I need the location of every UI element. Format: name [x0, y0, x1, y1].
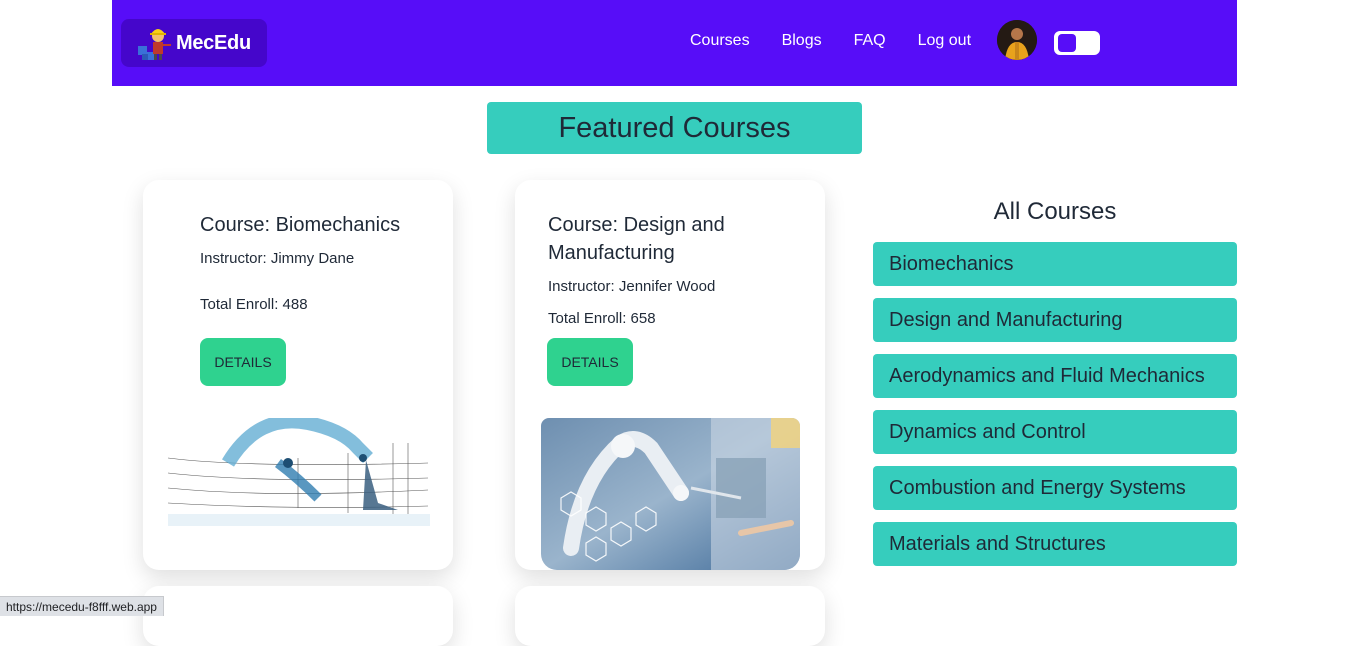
- course-card-partial: [143, 586, 453, 646]
- brand-name: MecEdu: [176, 31, 251, 54]
- brand-link[interactable]: MecEdu: [121, 19, 267, 67]
- card-title-line1: Course: Design and: [548, 214, 725, 236]
- course-card-design-manufacturing: Course: Design and Manufacturing Instruc…: [515, 180, 825, 570]
- nav-courses-link[interactable]: Courses: [690, 32, 750, 50]
- course-link-dynamics-control[interactable]: Dynamics and Control: [873, 410, 1237, 454]
- nav-faq-link[interactable]: FAQ: [854, 32, 886, 50]
- manufacturing-robot-image: [541, 418, 800, 570]
- course-link-aerodynamics[interactable]: Aerodynamics and Fluid Mechanics: [873, 354, 1237, 398]
- nav-logout-link[interactable]: Log out: [918, 32, 971, 50]
- details-button[interactable]: DETAILS: [547, 338, 633, 386]
- details-button[interactable]: DETAILS: [200, 338, 286, 386]
- all-courses-heading: All Courses: [993, 198, 1117, 225]
- course-link-combustion[interactable]: Combustion and Energy Systems: [873, 466, 1237, 510]
- course-card-partial: [515, 586, 825, 646]
- card-enroll: Total Enroll: 658: [548, 310, 656, 327]
- course-link-materials[interactable]: Materials and Structures: [873, 522, 1237, 566]
- navbar: MecEdu Courses Blogs FAQ Log out: [112, 0, 1237, 86]
- nav-links: Courses Blogs FAQ Log out: [690, 32, 1003, 50]
- card-title-line2: Manufacturing: [548, 242, 675, 264]
- course-card-biomechanics: Course: Biomechanics Instructor: Jimmy D…: [143, 180, 453, 570]
- theme-toggle[interactable]: [1054, 31, 1100, 55]
- card-instructor: Instructor: Jennifer Wood: [548, 278, 716, 295]
- card-instructor: Instructor: Jimmy Dane: [200, 250, 355, 267]
- browser-status-url: https://mecedu-f8fff.web.app: [0, 596, 164, 616]
- nav-blogs-link[interactable]: Blogs: [782, 32, 822, 50]
- featured-courses-heading: Featured Courses: [487, 102, 862, 154]
- course-link-biomechanics[interactable]: Biomechanics: [873, 242, 1237, 286]
- course-link-design-manufacturing[interactable]: Design and Manufacturing: [873, 298, 1237, 342]
- card-enroll: Total Enroll: 488: [200, 296, 308, 313]
- user-avatar[interactable]: [997, 20, 1037, 60]
- card-title: Course: Biomechanics: [200, 214, 401, 236]
- biomechanics-image: [168, 418, 430, 526]
- toggle-knob: [1058, 34, 1076, 52]
- engineer-logo-icon: [136, 22, 178, 64]
